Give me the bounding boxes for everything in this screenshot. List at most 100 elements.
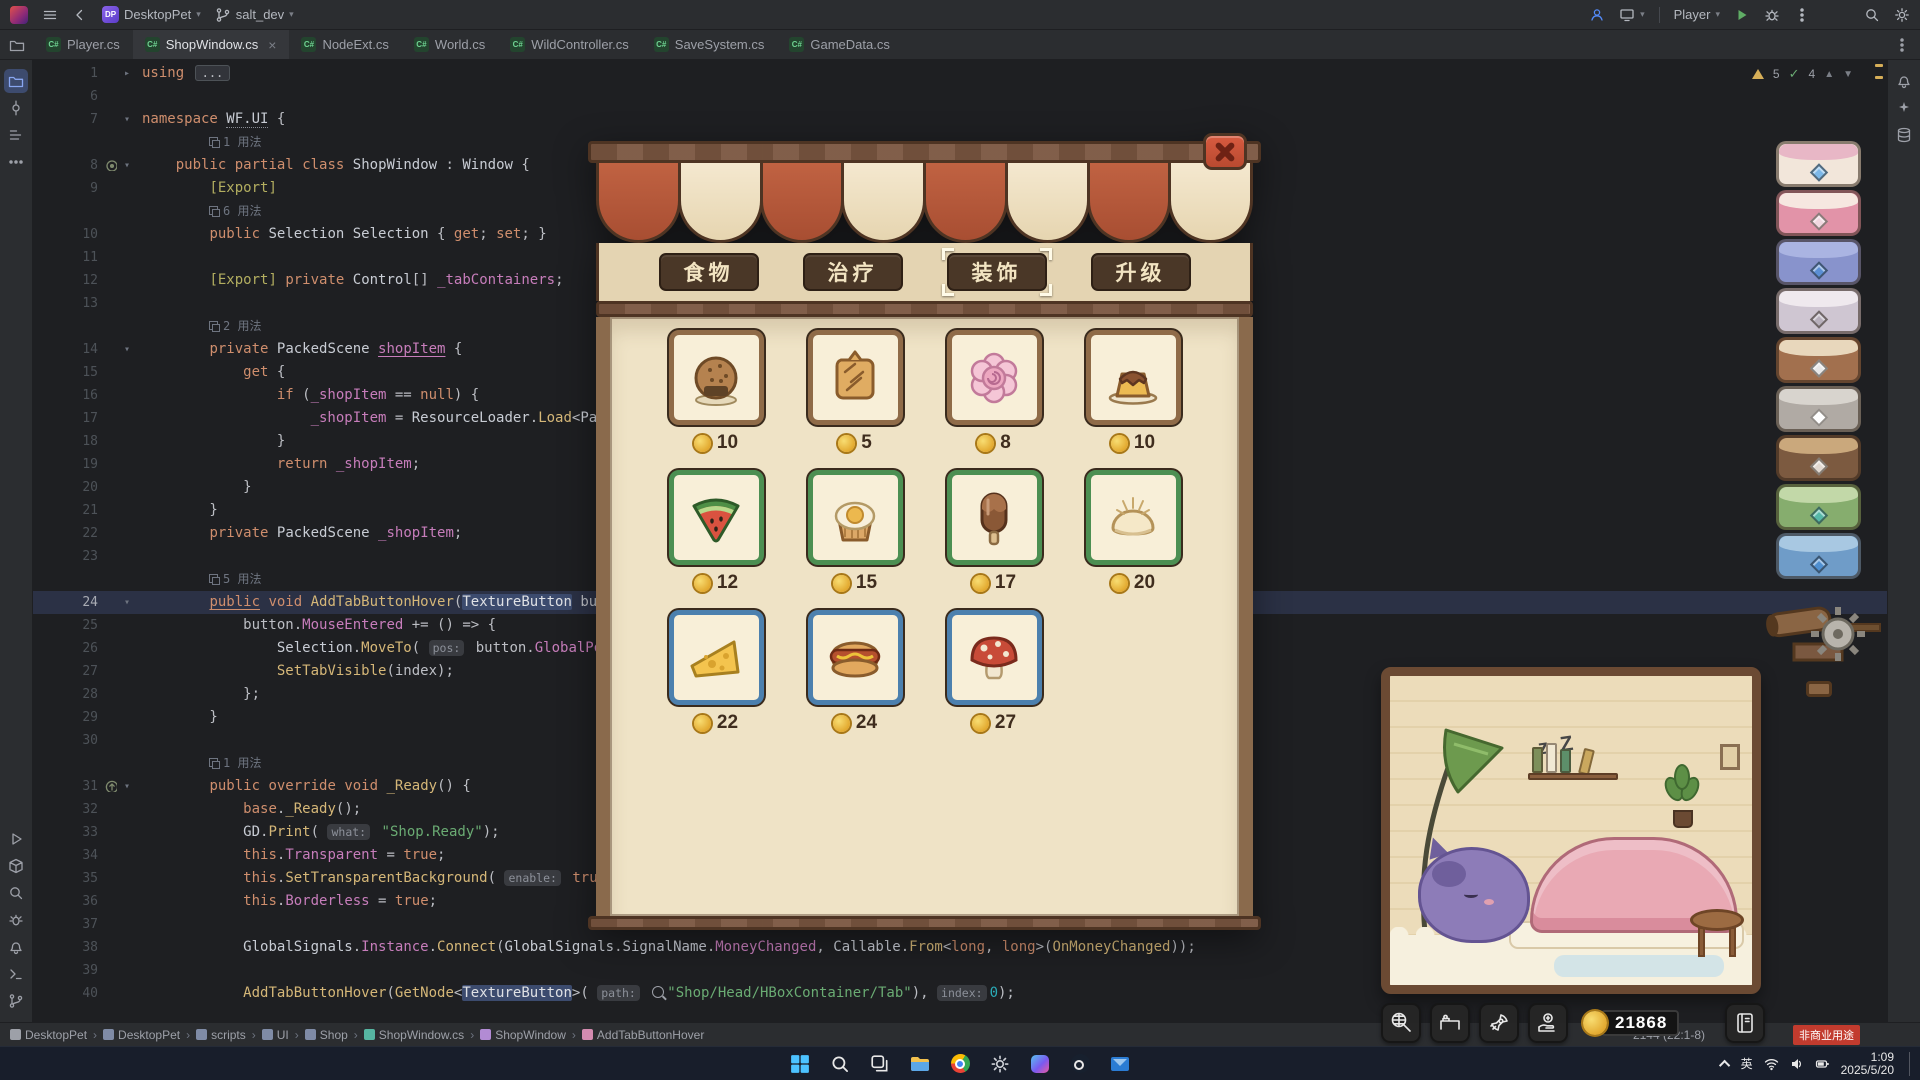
tab-gamedata-cs[interactable]: C#GameData.cs bbox=[777, 30, 902, 59]
device-selector[interactable]: ▾ bbox=[1619, 7, 1645, 23]
structure-icon[interactable] bbox=[4, 123, 28, 147]
taskbar-chrome-icon[interactable] bbox=[947, 1051, 973, 1077]
breadcrumb-ui[interactable]: UI bbox=[262, 1028, 289, 1042]
shop-item-egg-tart[interactable]: 15 bbox=[808, 470, 903, 594]
error-stripe[interactable] bbox=[1875, 64, 1883, 88]
more-actions-button[interactable] bbox=[1794, 7, 1810, 23]
tab-savesystem-cs[interactable]: C#SaveSystem.cs bbox=[642, 30, 778, 59]
coin-hand-tool-button[interactable] bbox=[1528, 1003, 1568, 1043]
usages-lens-label[interactable]: 5 用法 bbox=[223, 572, 261, 586]
taskbar-photos-icon[interactable] bbox=[1027, 1051, 1053, 1077]
taskbar-mail-icon[interactable] bbox=[1107, 1051, 1133, 1077]
tab-options-icon[interactable] bbox=[1894, 37, 1910, 53]
shop-item-candy-flower[interactable]: 8 bbox=[947, 330, 1042, 454]
volume-icon[interactable] bbox=[1790, 1057, 1804, 1071]
project-icon[interactable] bbox=[4, 69, 28, 93]
breadcrumb-desktoppet[interactable]: DesktopPet bbox=[103, 1028, 180, 1042]
ime-indicator[interactable]: 英 bbox=[1741, 1055, 1753, 1072]
shop-tab-2[interactable]: 装饰 bbox=[947, 253, 1047, 291]
tab-nodeext-cs[interactable]: C#NodeExt.cs bbox=[289, 30, 401, 59]
usages-lens-label[interactable]: 1 用法 bbox=[223, 135, 261, 149]
shop-item-mushroom[interactable]: 27 bbox=[947, 610, 1042, 734]
git-icon[interactable] bbox=[4, 989, 28, 1013]
breadcrumb-shopwindow[interactable]: ShopWindow bbox=[480, 1028, 566, 1042]
shop-item-cheese[interactable]: 22 bbox=[669, 610, 764, 734]
vcs-branch-widget[interactable]: salt_dev ▾ bbox=[215, 7, 294, 23]
tray-chevron-up-icon[interactable] bbox=[1719, 1059, 1730, 1070]
usages-lens-icon[interactable] bbox=[209, 321, 218, 330]
taskbar-settings-icon[interactable] bbox=[987, 1051, 1013, 1077]
battery-icon[interactable] bbox=[1815, 1057, 1830, 1071]
prev-problem-icon[interactable]: ▲ bbox=[1824, 69, 1834, 80]
build-icon[interactable] bbox=[4, 854, 28, 878]
taskbar-explorer-icon[interactable] bbox=[907, 1051, 933, 1077]
shop-item-hotdog[interactable]: 24 bbox=[808, 610, 903, 734]
bread-icon[interactable] bbox=[808, 330, 903, 425]
usages-lens-label[interactable]: 1 用法 bbox=[223, 756, 261, 770]
tab-player-cs[interactable]: C#Player.cs bbox=[34, 30, 133, 59]
shop-close-button[interactable] bbox=[1203, 133, 1247, 170]
shop-item-popsicle[interactable]: 17 bbox=[947, 470, 1042, 594]
breadcrumb-shopwindow-cs[interactable]: ShopWindow.cs bbox=[364, 1028, 464, 1042]
run-icon[interactable] bbox=[4, 827, 28, 851]
run-button[interactable] bbox=[1734, 7, 1750, 23]
rocket-tool-button[interactable] bbox=[1479, 1003, 1519, 1043]
wifi-icon[interactable] bbox=[1764, 1057, 1779, 1071]
hotdog-icon[interactable] bbox=[808, 610, 903, 705]
rice-cracker-icon[interactable] bbox=[669, 330, 764, 425]
journal-button[interactable] bbox=[1725, 1003, 1765, 1043]
commit-icon[interactable] bbox=[4, 96, 28, 120]
cheese-icon[interactable] bbox=[669, 610, 764, 705]
mushroom-icon[interactable] bbox=[947, 610, 1042, 705]
sleeping-pet[interactable] bbox=[1418, 847, 1530, 943]
back-icon[interactable] bbox=[72, 7, 88, 23]
net-tool-button[interactable] bbox=[1381, 1003, 1421, 1043]
shop-item-steamed-bun[interactable]: 20 bbox=[1086, 470, 1181, 594]
cake-tower[interactable] bbox=[1776, 141, 1861, 697]
override-gutter-icon[interactable] bbox=[104, 779, 118, 793]
notifications-icon[interactable] bbox=[4, 935, 28, 959]
breadcrumb-scripts[interactable]: scripts bbox=[196, 1028, 246, 1042]
shop-item-watermelon[interactable]: 12 bbox=[669, 470, 764, 594]
problems-icon[interactable] bbox=[4, 908, 28, 932]
taskbar-start-icon[interactable] bbox=[787, 1051, 813, 1077]
shop-item-pudding[interactable]: 10 bbox=[1086, 330, 1181, 454]
popsicle-icon[interactable] bbox=[947, 470, 1042, 565]
project-widget[interactable]: DP DesktopPet ▾ bbox=[102, 6, 201, 23]
close-icon[interactable]: × bbox=[268, 37, 276, 53]
shop-tab-3[interactable]: 升级 bbox=[1091, 253, 1191, 291]
breadcrumb-desktoppet[interactable]: DesktopPet bbox=[10, 1028, 87, 1042]
shop-tab-1[interactable]: 治疗 bbox=[803, 253, 903, 291]
usages-lens-icon[interactable] bbox=[209, 206, 218, 215]
search-everywhere-button[interactable] bbox=[1864, 7, 1880, 23]
terminal-icon[interactable] bbox=[4, 962, 28, 986]
watermelon-icon[interactable] bbox=[669, 470, 764, 565]
show-desktop-button[interactable] bbox=[1909, 1052, 1912, 1076]
shop-item-rice-cracker[interactable]: 10 bbox=[669, 330, 764, 454]
more-icon[interactable] bbox=[4, 150, 28, 174]
sparkle-icon[interactable] bbox=[1892, 96, 1916, 120]
breadcrumb-addtabbuttonhover[interactable]: AddTabButtonHover bbox=[582, 1028, 704, 1042]
tab-world-cs[interactable]: C#World.cs bbox=[402, 30, 498, 59]
clock[interactable]: 1:09 2025/5/20 bbox=[1841, 1051, 1894, 1077]
usages-lens-icon[interactable] bbox=[209, 137, 218, 146]
usages-lens-icon[interactable] bbox=[209, 574, 218, 583]
steamed-bun-icon[interactable] bbox=[1086, 470, 1181, 565]
run-config-selector[interactable]: Player▾ bbox=[1674, 7, 1720, 22]
bed-tool-button[interactable] bbox=[1430, 1003, 1470, 1043]
pudding-icon[interactable] bbox=[1086, 330, 1181, 425]
shop-item-bread[interactable]: 5 bbox=[808, 330, 903, 454]
shop-tab-0[interactable]: 食物 bbox=[659, 253, 759, 291]
project-tool-window-icon[interactable] bbox=[9, 37, 25, 53]
candy-flower-icon[interactable] bbox=[947, 330, 1042, 425]
taskbar-task-view-icon[interactable] bbox=[867, 1051, 893, 1077]
usages-lens-label[interactable]: 6 用法 bbox=[223, 204, 261, 218]
bell-icon[interactable] bbox=[1892, 69, 1916, 93]
inspections-widget[interactable]: 5 ✓ 4 ▲ ▼ bbox=[1752, 66, 1853, 82]
usages-lens-label[interactable]: 2 用法 bbox=[223, 319, 261, 333]
implementations-gutter-icon[interactable] bbox=[104, 158, 118, 172]
debug-button[interactable] bbox=[1764, 7, 1780, 23]
taskbar-steam-icon[interactable] bbox=[1067, 1051, 1093, 1077]
taskbar-search-icon[interactable] bbox=[827, 1051, 853, 1077]
search-icon[interactable] bbox=[4, 881, 28, 905]
